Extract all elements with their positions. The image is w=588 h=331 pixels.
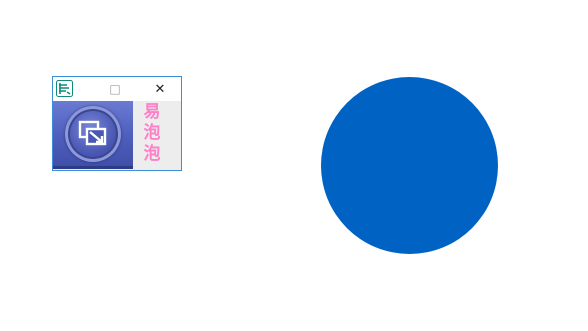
blue-circle[interactable] [321,77,498,254]
vertical-label: 易 泡 泡 [139,102,165,165]
label-char: 易 [143,102,161,122]
window-titlebar[interactable]: □ ✕ [53,77,181,101]
desktop-canvas: □ ✕ 易 泡 泡 [0,0,588,331]
mini-window: □ ✕ 易 泡 泡 [52,76,182,171]
maximize-button[interactable]: □ [103,80,127,98]
label-char: 泡 [143,144,161,164]
label-char: 泡 [143,123,161,143]
window-restore-icon [78,120,107,146]
close-button[interactable]: ✕ [148,80,172,98]
restore-tool-button[interactable] [65,106,121,162]
app-icon [56,80,73,97]
window-content: 易 泡 泡 [53,101,181,170]
close-icon: ✕ [154,81,166,97]
tool-panel [53,101,133,169]
maximize-icon: □ [109,82,121,96]
